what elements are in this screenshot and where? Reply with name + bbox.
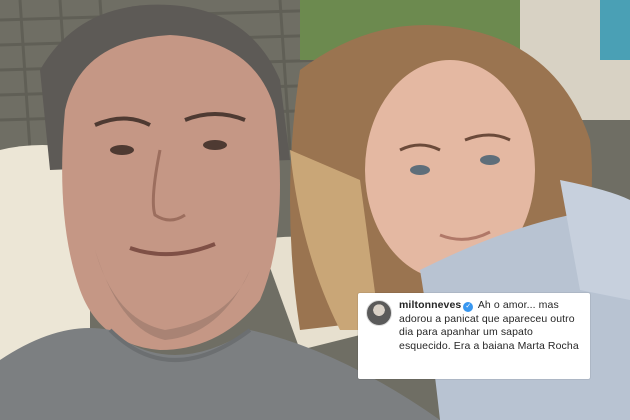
verified-badge-icon: ✓ xyxy=(463,302,474,312)
comment-username[interactable]: miltonneves xyxy=(399,299,461,311)
comment-body: miltonneves ✓ Ah o amor... mas adorou a p… xyxy=(399,299,582,373)
instagram-comment-card: miltonneves ✓ Ah o amor... mas adorou a p… xyxy=(358,293,590,379)
avatar[interactable] xyxy=(366,300,392,326)
